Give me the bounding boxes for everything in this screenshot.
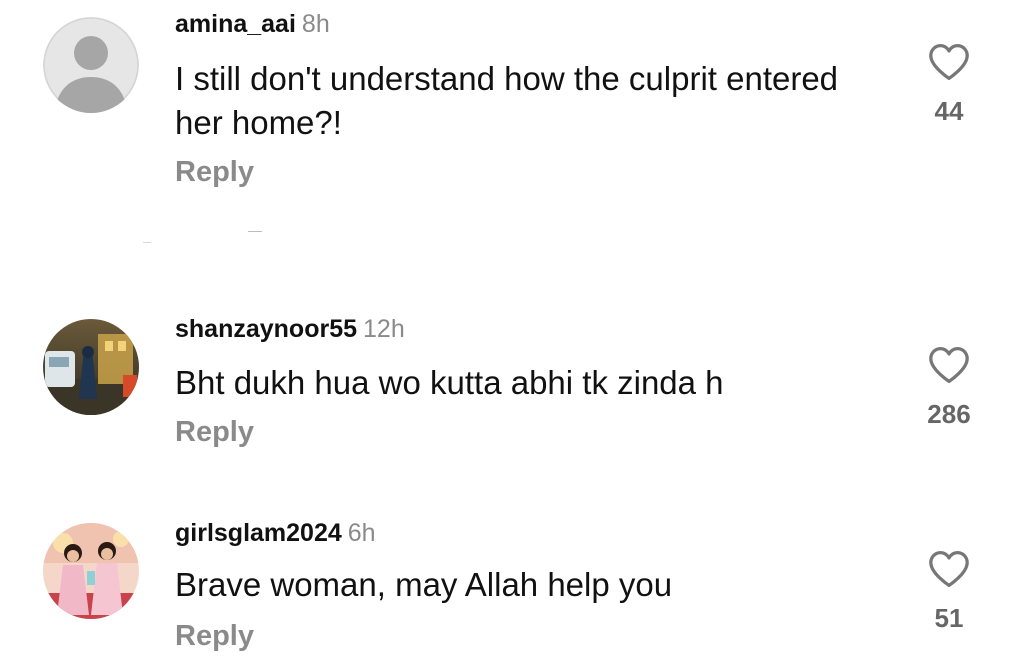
- avatar[interactable]: [43, 523, 139, 619]
- default-avatar-icon: [43, 17, 139, 113]
- like-area: 286: [909, 345, 989, 430]
- heart-icon[interactable]: [927, 42, 971, 82]
- heart-icon[interactable]: [927, 549, 971, 589]
- comment-time: 8h: [301, 10, 330, 38]
- username[interactable]: girlsglam2024: [175, 519, 342, 547]
- reply-button[interactable]: Reply: [175, 416, 254, 449]
- avatar[interactable]: [43, 319, 139, 415]
- comment-text: Bht dukh hua wo kutta abhi tk zinda h: [175, 364, 724, 401]
- comment-meta: girlsglam2024 6h: [175, 519, 376, 548]
- like-count: 51: [934, 603, 964, 633]
- comment-meta: amina_aai 8h: [175, 10, 330, 39]
- heart-icon[interactable]: [927, 345, 971, 385]
- like-count: 286: [927, 399, 971, 429]
- comment-time: 6h: [347, 519, 376, 547]
- username[interactable]: amina_aai: [175, 10, 296, 38]
- like-area: 51: [909, 549, 989, 634]
- girls-photo-avatar: [43, 523, 139, 619]
- username[interactable]: shanzaynoor55: [175, 315, 357, 343]
- street-photo-avatar: [43, 319, 139, 415]
- comment-meta: shanzaynoor55 12h: [175, 315, 405, 344]
- like-count: 44: [934, 96, 964, 126]
- comment-time: 12h: [363, 315, 405, 343]
- reply-button[interactable]: Reply: [175, 620, 254, 653]
- comment-text: Brave woman, may Allah help you: [175, 566, 673, 603]
- comment-text: I still don't understand how the culprit…: [175, 60, 839, 141]
- divider-speck: [248, 231, 262, 232]
- like-area: 44: [909, 42, 989, 127]
- divider-speck: [143, 242, 151, 243]
- reply-button[interactable]: Reply: [175, 156, 254, 189]
- avatar[interactable]: [43, 17, 139, 113]
